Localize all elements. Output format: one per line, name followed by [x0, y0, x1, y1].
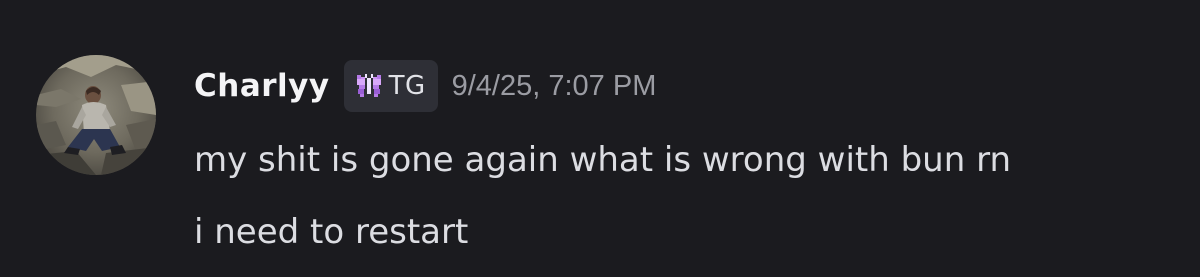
guild-tag[interactable]: TG — [343, 60, 438, 112]
avatar-photo — [36, 55, 156, 175]
username[interactable]: Charlyy — [194, 68, 330, 104]
message-line-1: my shit is gone again what is wrong with… — [194, 140, 1012, 180]
user-avatar[interactable] — [36, 55, 156, 175]
message-header: Charlyy TG 9/4/25, 7:07 PM — [194, 58, 656, 114]
butterfly-icon — [354, 73, 384, 99]
chat-message: Charlyy TG 9/4/25, 7:07 PM my shit is go… — [0, 0, 1200, 277]
message-timestamp[interactable]: 9/4/25, 7:07 PM — [452, 70, 657, 103]
message-line-2: i need to restart — [194, 212, 469, 252]
guild-tag-label: TG — [388, 71, 426, 101]
message-content: my shit is gone again what is wrong with… — [194, 124, 1174, 268]
